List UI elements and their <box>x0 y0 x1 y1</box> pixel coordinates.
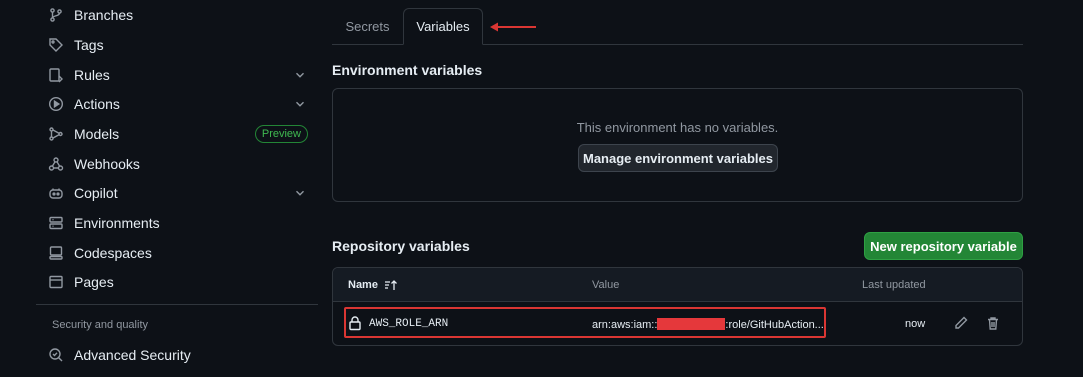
codespaces-icon <box>48 245 64 261</box>
chevron-down-icon[interactable] <box>292 96 308 112</box>
new-repository-variable-button[interactable]: New repository variable <box>864 232 1023 260</box>
sidebar-item-rules[interactable]: Rules <box>48 60 308 90</box>
sidebar-item-tags[interactable]: Tags <box>48 30 308 60</box>
sidebar-item-copilot[interactable]: Copilot <box>48 178 308 208</box>
sidebar-item-actions[interactable]: Actions <box>48 89 308 119</box>
sidebar-item-label: Rules <box>74 67 110 83</box>
copilot-icon <box>48 185 64 201</box>
environment-variables-title: Environment variables <box>332 62 483 78</box>
tab-variables[interactable]: Variables <box>403 8 483 45</box>
webhook-icon <box>48 156 64 172</box>
sidebar-item-webhooks[interactable]: Webhooks <box>48 149 308 179</box>
sidebar-item-label: Pages <box>74 274 114 290</box>
preview-badge: Preview <box>254 125 308 143</box>
column-header-value: Value <box>592 279 620 291</box>
variable-name: AWS_ROLE_ARN <box>369 318 449 330</box>
last-updated-value: now <box>905 318 926 330</box>
table-header: Name Value Last updated <box>333 268 1022 302</box>
column-header-last-updated: Last updated <box>862 279 926 291</box>
sidebar-item-pages[interactable]: Pages <box>48 267 308 297</box>
pencil-icon[interactable] <box>953 315 969 331</box>
sidebar-item-label: Advanced Security <box>74 347 191 363</box>
browser-icon <box>48 274 64 290</box>
sidebar-item-environments[interactable]: Environments <box>48 208 308 238</box>
settings-sidebar: Branches Tags Rules Actions Models Previ… <box>36 0 318 377</box>
branch-icon <box>48 7 64 23</box>
sidebar-item-label: Webhooks <box>74 156 140 172</box>
sidebar-item-models[interactable]: Models Preview <box>48 119 308 149</box>
sidebar-item-label: Models <box>74 126 120 142</box>
tag-icon <box>48 37 64 53</box>
chevron-down-icon[interactable] <box>292 67 308 83</box>
sidebar-item-label: Branches <box>74 7 134 23</box>
sort-icon[interactable] <box>384 279 398 291</box>
chevron-down-icon[interactable] <box>292 185 308 201</box>
section-title-security: Security and quality <box>52 319 148 331</box>
sidebar-divider <box>36 304 318 305</box>
models-icon <box>48 126 64 142</box>
lock-icon <box>347 315 363 331</box>
sidebar-item-codespaces[interactable]: Codespaces <box>48 238 308 268</box>
sidebar-item-label: Environments <box>74 215 160 231</box>
tab-bar: Secrets Variables <box>332 8 1023 45</box>
annotation-arrow-icon <box>490 22 536 32</box>
variables-table: Name Value Last updated AWS_ROLE_ARN arn… <box>332 267 1023 346</box>
server-icon <box>48 215 64 231</box>
sidebar-item-advanced-security[interactable]: Advanced Security <box>48 340 308 370</box>
sidebar-item-label: Tags <box>74 37 104 53</box>
shield-search-icon <box>48 347 64 363</box>
empty-state-text: This environment has no variables. <box>576 120 779 135</box>
trash-icon[interactable] <box>985 315 1001 331</box>
environment-variables-panel: This environment has no variables. Manag… <box>332 88 1023 202</box>
sidebar-item-label: Codespaces <box>74 245 152 261</box>
sidebar-item-label: Actions <box>74 96 120 112</box>
play-icon <box>48 96 64 112</box>
manage-environment-variables-button[interactable]: Manage environment variables <box>578 144 778 172</box>
sidebar-item-label: Copilot <box>74 185 118 201</box>
sidebar-item-branches[interactable]: Branches <box>48 0 308 30</box>
column-header-name[interactable]: Name <box>348 279 398 291</box>
variable-value: arn:aws:iam:::role/GitHubAction... <box>592 318 824 331</box>
rules-icon <box>48 67 64 83</box>
redaction-bar <box>657 318 726 330</box>
repository-variables-title: Repository variables <box>332 238 470 254</box>
tab-secrets[interactable]: Secrets <box>332 8 403 45</box>
